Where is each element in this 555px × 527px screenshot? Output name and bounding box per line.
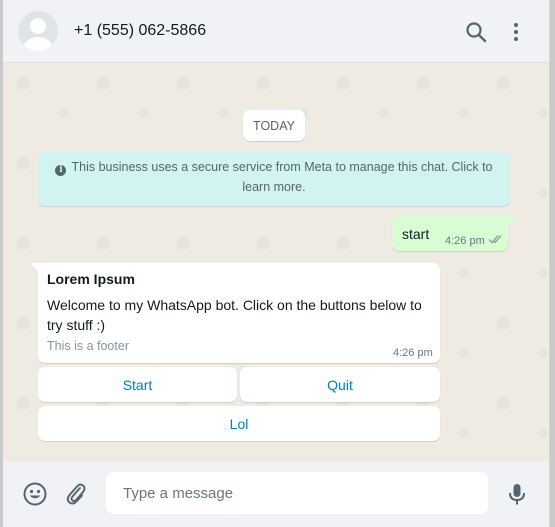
message-footer: This is a footer: [47, 339, 129, 353]
mic-icon[interactable]: [504, 481, 530, 507]
chat-header: +1 (555) 062-5866: [3, 0, 549, 63]
quit-button[interactable]: Quit: [240, 367, 440, 402]
message-header: Lorem Ipsum: [47, 271, 135, 287]
lol-button[interactable]: Lol: [38, 406, 440, 441]
encryption-notice-text: This business uses a secure service from…: [71, 160, 493, 194]
whatsapp-chat-window: +1 (555) 062-5866 TODAY i This business u…: [3, 0, 550, 527]
info-icon: i: [55, 165, 67, 176]
message-time: 4:26 pm: [393, 347, 433, 359]
emoji-icon[interactable]: [22, 481, 48, 507]
outgoing-message[interactable]: start 4:26 pm: [392, 216, 508, 251]
menu-icon[interactable]: [504, 20, 528, 44]
incoming-message[interactable]: Lorem Ipsum Welcome to my WhatsApp bot. …: [38, 263, 440, 363]
double-check-icon: [488, 235, 502, 244]
message-time: 4:26 pm: [445, 235, 485, 247]
message-input[interactable]: [106, 472, 488, 514]
contact-avatar[interactable]: [18, 11, 58, 51]
search-icon[interactable]: [464, 20, 488, 44]
start-button[interactable]: Start: [38, 367, 237, 402]
attach-icon[interactable]: [63, 481, 89, 507]
contact-name[interactable]: +1 (555) 062-5866: [74, 22, 206, 40]
chat-messages-area[interactable]: TODAY i This business uses a secure servi…: [3, 63, 549, 462]
default-avatar-icon: [30, 18, 46, 34]
date-chip: TODAY: [243, 110, 305, 141]
message-text: start: [402, 226, 430, 242]
message-composer: [3, 462, 549, 527]
message-body: Welcome to my WhatsApp bot. Click on the…: [47, 297, 422, 333]
encryption-notice[interactable]: i This business uses a secure service fro…: [38, 152, 510, 206]
